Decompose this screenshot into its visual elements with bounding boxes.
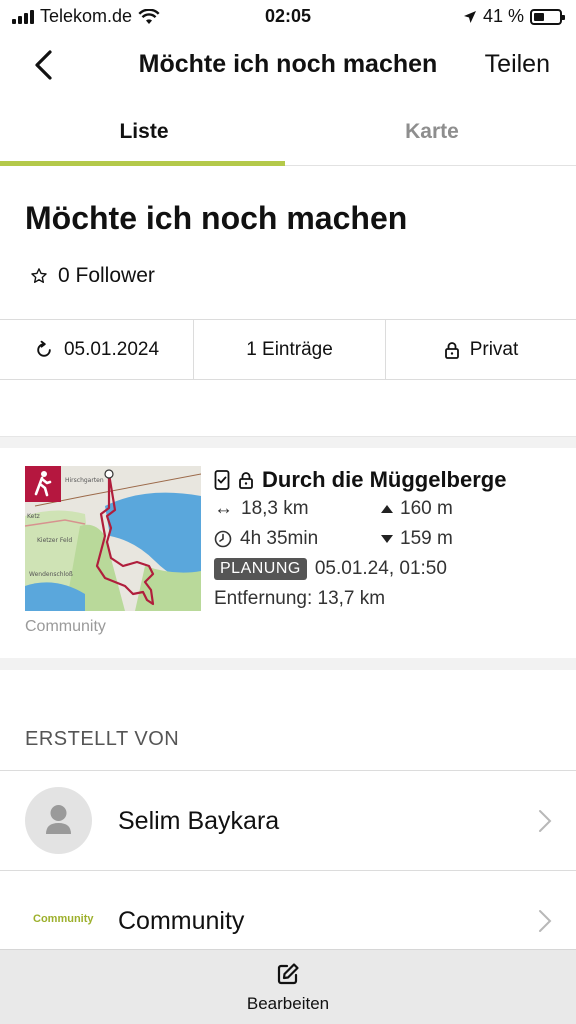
status-bar: Telekom.de 02:05 41 % xyxy=(0,0,576,34)
tour-descent: 159 m xyxy=(400,528,453,549)
tour-title: Durch die Müggelberge xyxy=(262,467,507,492)
stat-entries: 1 Einträge xyxy=(193,320,385,379)
tour-source: Community xyxy=(25,618,106,635)
stat-visibility: Privat xyxy=(385,320,576,379)
section-divider xyxy=(0,436,576,448)
share-button[interactable]: Teilen xyxy=(485,50,550,79)
chevron-right-icon xyxy=(539,910,552,932)
creator-name: Community xyxy=(118,907,245,935)
map-label: Ketz xyxy=(27,513,40,520)
stat-visibility-value: Privat xyxy=(469,338,519,360)
ascent-icon xyxy=(381,505,393,513)
stat-date: 05.01.2024 xyxy=(0,320,193,379)
creator-name: Selim Baykara xyxy=(118,807,280,835)
avatar xyxy=(25,787,92,854)
bottom-toolbar: Bearbeiten xyxy=(0,949,576,1024)
tour-map-thumbnail: Hirschgarten Ketz Kietzer Feld Wendensch… xyxy=(25,466,201,611)
edit-label: Bearbeiten xyxy=(246,994,330,1013)
tour-title-row: Durch die Müggelberge xyxy=(214,466,564,494)
created-by-header: ERSTELLT VON xyxy=(25,728,180,750)
map-label: Wendenschloß xyxy=(29,571,73,578)
tour-row-proximity: Entfernung: 13,7 km xyxy=(214,584,564,614)
star-icon xyxy=(31,268,47,283)
tour-proximity: Entfernung: 13,7 km xyxy=(214,588,386,609)
edit-button[interactable]: Bearbeiten xyxy=(0,962,576,1014)
tour-row-status: PLANUNG 05.01.24, 01:50 xyxy=(214,554,564,584)
refresh-icon xyxy=(37,340,51,357)
tab-liste[interactable]: Liste xyxy=(0,104,288,166)
tab-bar: Liste Karte xyxy=(0,104,576,166)
active-tab-indicator xyxy=(0,161,285,166)
tour-info: Durch die Müggelberge ↔ 18,3 km 160 m 4h… xyxy=(214,466,564,614)
status-right: 41 % xyxy=(463,6,565,27)
distance-icon: ↔ xyxy=(214,498,233,519)
tour-lock-icon xyxy=(239,472,253,489)
list-stats: 05.01.2024 1 Einträge Privat xyxy=(0,319,576,380)
tab-karte[interactable]: Karte xyxy=(288,104,576,166)
map-label: Kietzer Feld xyxy=(37,537,72,544)
person-placeholder-icon xyxy=(46,805,71,834)
navigation-bar: Möchte ich noch machen Teilen xyxy=(0,34,576,96)
creator-row-user[interactable]: Selim Baykara xyxy=(0,770,576,870)
followers-count: 0 Follower xyxy=(58,264,155,287)
stat-date-value: 05.01.2024 xyxy=(63,338,160,360)
tour-planned-date: 05.01.24, 01:50 xyxy=(314,558,447,579)
list-title: Möchte ich noch machen xyxy=(25,200,408,236)
edit-icon xyxy=(277,963,299,985)
hiking-badge xyxy=(25,466,61,502)
descent-icon xyxy=(381,535,393,543)
tour-row-distance: ↔ 18,3 km 160 m xyxy=(214,494,564,524)
battery-percent: 41 % xyxy=(482,6,524,26)
clock-icon xyxy=(214,530,232,548)
chevron-right-icon xyxy=(539,810,552,832)
status-badge: PLANUNG xyxy=(214,558,307,580)
tour-card[interactable]: Hirschgarten Ketz Kietzer Feld Wendensch… xyxy=(0,448,576,658)
battery-icon xyxy=(530,8,565,25)
stat-entries-value: 1 Einträge xyxy=(246,338,333,360)
map-label: Hirschgarten xyxy=(65,477,104,484)
section-divider xyxy=(0,658,576,670)
location-arrow-icon xyxy=(463,10,476,23)
battery-fill xyxy=(534,12,544,21)
tour-distance: 18,3 km xyxy=(241,498,309,519)
tour-ascent: 160 m xyxy=(400,498,453,519)
tour-duration: 4h 35min xyxy=(240,528,319,549)
phone-check-icon xyxy=(214,470,230,490)
followers[interactable]: 0 Follower xyxy=(30,264,155,288)
tour-row-duration: 4h 35min 159 m xyxy=(214,524,564,554)
lock-icon xyxy=(444,341,459,359)
community-logo: Community xyxy=(33,913,94,925)
hiking-icon xyxy=(34,471,52,497)
